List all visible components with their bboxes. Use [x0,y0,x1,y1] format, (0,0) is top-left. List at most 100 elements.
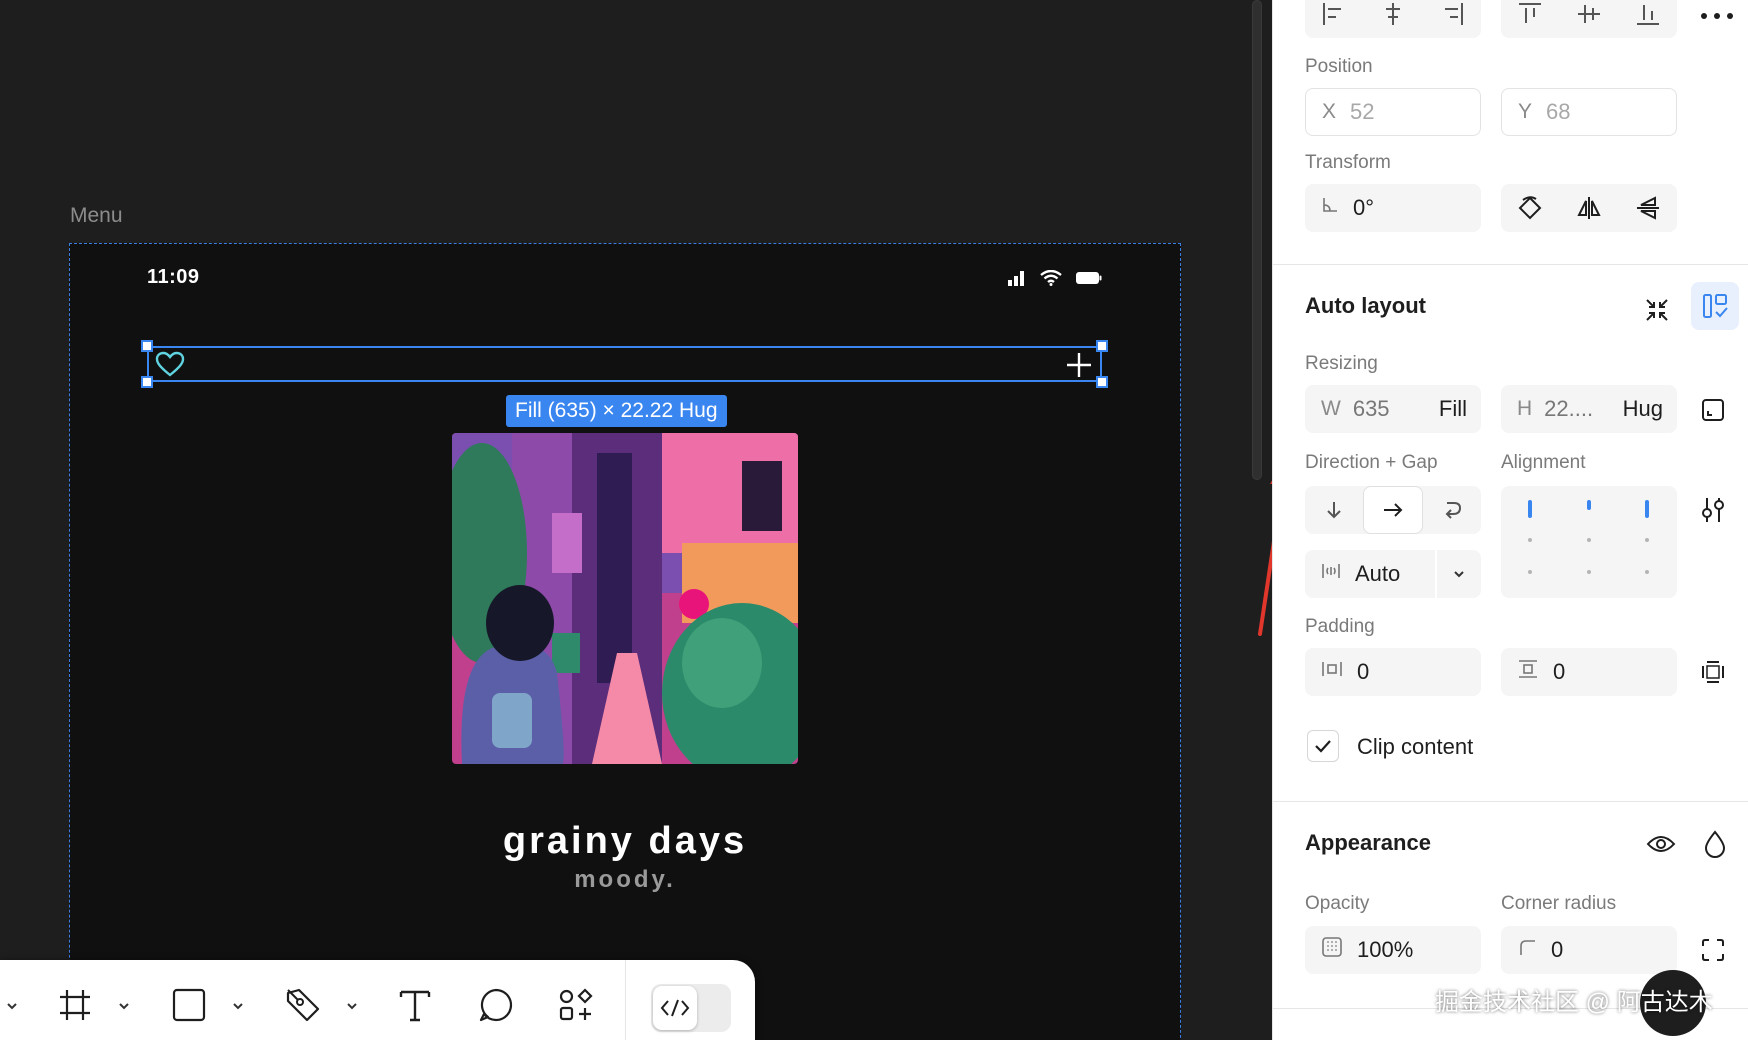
vertical-direction-icon[interactable] [1305,486,1363,534]
corner-radius-icon [1517,937,1537,963]
align-middle-icon[interactable] [1560,0,1619,38]
horizontal-padding-value: 0 [1357,659,1370,684]
gap-icon [1321,561,1341,587]
alignment-grid[interactable] [1501,486,1677,598]
align-right-icon[interactable] [1422,0,1481,38]
x-prefix: X [1322,100,1337,123]
corner-radius-label: Corner radius [1501,893,1617,914]
vertical-padding-icon [1517,659,1539,685]
bottom-toolbar [0,960,755,1040]
flip-horizontal-icon[interactable] [1560,184,1619,232]
align-vertical-group [1501,0,1677,38]
heart-icon[interactable] [155,351,185,377]
rectangle-tool-icon[interactable] [172,960,206,1040]
horizontal-padding-field[interactable]: 0 [1305,648,1481,696]
position-y-field[interactable]: Y 68 [1501,88,1677,136]
transform-buttons [1501,184,1677,232]
independent-corners-icon[interactable] [1691,932,1735,968]
clip-content-label[interactable]: Clip content [1357,734,1473,760]
resize-handle-tr[interactable] [1096,340,1108,352]
eye-icon[interactable] [1639,822,1683,866]
chevron-down-icon[interactable] [6,998,18,1016]
frame-label[interactable]: Menu [70,204,123,228]
horizontal-direction-icon[interactable] [1363,486,1423,534]
opacity-label: Opacity [1305,893,1370,914]
transform-label: Transform [1305,152,1391,173]
w-mode[interactable]: Fill [1439,396,1467,422]
height-field[interactable]: H 22.... Hug [1501,385,1677,433]
advanced-settings-icon[interactable] [1691,492,1735,528]
pen-tool-icon[interactable] [285,960,321,1040]
vertical-padding-field[interactable]: 0 [1501,648,1677,696]
blend-mode-icon[interactable] [1693,822,1737,866]
w-prefix: W [1321,397,1341,420]
status-icons [1008,270,1102,286]
properties-panel: Position X 52 Y 68 Transform 0° Auto lay… [1272,0,1748,1040]
align-bottom-icon[interactable] [1618,0,1677,38]
w-value: 635 [1352,396,1390,421]
y-prefix: Y [1518,100,1533,123]
width-field[interactable]: W 635 Fill [1305,385,1481,433]
alignment-label: Alignment [1501,452,1586,473]
auto-layout-title: Auto layout [1305,293,1426,318]
signal-icon [1008,271,1024,286]
chevron-down-icon[interactable] [346,998,358,1016]
position-label: Position [1305,56,1373,77]
auto-layout-settings-icon[interactable] [1691,282,1739,330]
menu-frame[interactable]: 11:09 Fill (635) × 22.22 Hug grainy days… [69,243,1181,1040]
design-canvas[interactable]: Menu 11:09 Fill (635) × 22.22 Hug grainy… [0,0,1272,1040]
resizing-label: Resizing [1305,353,1378,374]
h-prefix: H [1517,397,1533,420]
x-value: 52 [1350,99,1375,124]
actions-tool-icon[interactable] [558,960,594,1040]
watermark-text: 掘金技术社区 @ 阿古达木 [1435,989,1713,1016]
h-mode[interactable]: Hug [1623,396,1663,422]
angle-icon [1321,196,1339,220]
frame-tool-icon[interactable] [58,960,92,1040]
album-artwork[interactable] [452,433,798,764]
code-icon [653,986,697,1030]
flip-vertical-icon[interactable] [1618,184,1677,232]
chevron-down-icon[interactable] [232,998,244,1016]
align-center-h-icon[interactable] [1364,0,1423,38]
rotation-value: 0° [1353,195,1375,220]
dev-mode-toggle[interactable] [651,984,731,1032]
individual-padding-icon[interactable] [1691,654,1735,690]
constrain-proportions-icon[interactable] [1691,392,1735,428]
text-tool-icon[interactable] [398,960,432,1040]
opacity-value: 100% [1357,937,1414,962]
horizontal-padding-icon [1321,659,1343,685]
more-options-icon[interactable] [1697,4,1737,28]
selection-size-badge: Fill (635) × 22.22 Hug [506,395,727,427]
canvas-scrollbar[interactable] [1252,0,1262,480]
rotate-90-icon[interactable] [1501,184,1560,232]
gap-field[interactable]: Auto [1305,550,1481,598]
direction-gap-label: Direction + Gap [1305,452,1438,473]
chevron-down-icon[interactable] [1435,550,1481,598]
resize-handle-bl[interactable] [141,376,153,388]
position-x-field[interactable]: X 52 [1305,88,1481,136]
padding-label: Padding [1305,616,1375,637]
opacity-field[interactable]: 100% [1305,926,1481,974]
align-left-icon[interactable] [1305,0,1364,38]
corner-radius-value: 0 [1551,937,1564,962]
status-time: 11:09 [147,266,200,288]
selected-header-row[interactable] [141,340,1108,388]
plus-icon[interactable] [1066,352,1092,378]
corner-radius-field[interactable]: 0 [1501,926,1677,974]
y-value: 68 [1546,99,1571,124]
wrap-direction-icon[interactable] [1423,486,1481,534]
resize-handle-br[interactable] [1096,376,1108,388]
collapse-icon[interactable] [1635,288,1679,332]
comment-tool-icon[interactable] [478,960,514,1040]
wifi-icon [1040,270,1062,286]
clip-content-checkbox[interactable] [1307,730,1339,762]
vertical-padding-value: 0 [1553,659,1566,684]
resize-handle-tl[interactable] [141,340,153,352]
align-top-icon[interactable] [1501,0,1560,38]
toolbar-divider [625,960,626,1040]
rotation-field[interactable]: 0° [1305,184,1481,232]
chevron-down-icon[interactable] [118,998,130,1016]
song-title: grainy days [502,820,748,862]
h-value: 22.... [1544,396,1594,421]
